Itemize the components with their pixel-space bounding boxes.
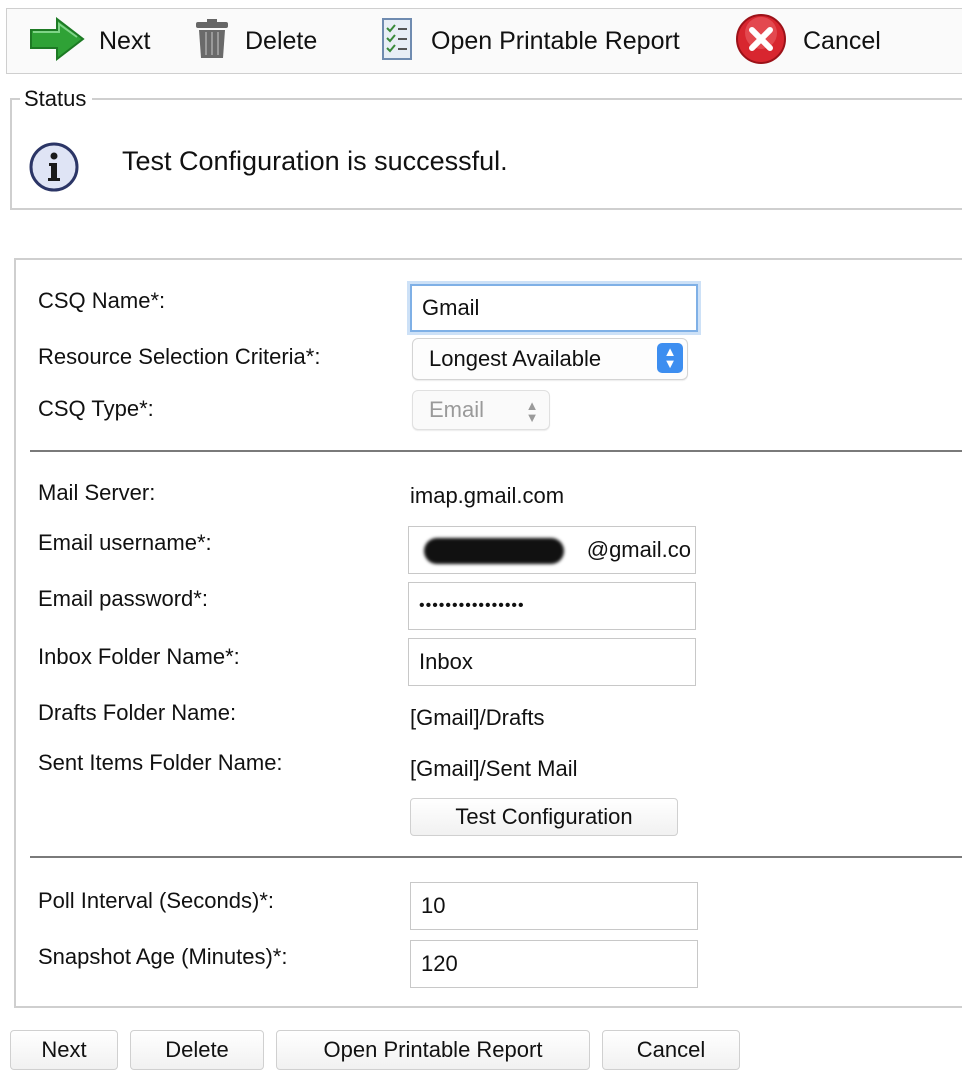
inbox-folder-input[interactable]: Inbox: [408, 638, 696, 686]
inbox-folder-label: Inbox Folder Name*:: [38, 644, 240, 669]
sent-folder-label: Sent Items Folder Name:: [38, 750, 283, 775]
bottom-cancel-button[interactable]: Cancel: [602, 1030, 740, 1070]
bottom-next-button[interactable]: Next: [10, 1030, 118, 1070]
info-icon: [28, 141, 80, 198]
mail-server-value: imap.gmail.com: [410, 483, 565, 508]
poll-interval-label: Poll Interval (Seconds)*:: [38, 888, 274, 913]
status-legend: Status: [20, 86, 93, 112]
csq-name-input[interactable]: Gmail: [410, 284, 698, 332]
csq-type-select: Email ▲ ▼: [412, 390, 550, 430]
report-icon: [377, 16, 417, 67]
toolbar-report-label: Open Printable Report: [431, 26, 680, 55]
email-password-input[interactable]: ••••••••••••••••: [408, 582, 696, 630]
mail-server-label: Mail Server:: [38, 480, 156, 505]
bottom-delete-button[interactable]: Delete: [130, 1030, 264, 1070]
cancel-icon: [733, 13, 789, 70]
trash-icon: [193, 18, 231, 65]
redaction-mark: [424, 538, 564, 564]
toolbar-cancel-button[interactable]: Cancel: [733, 9, 881, 73]
sent-folder-value: [Gmail]/Sent Mail: [410, 756, 578, 781]
toolbar-next-label: Next: [99, 26, 151, 55]
drafts-folder-label: Drafts Folder Name:: [38, 700, 237, 725]
toolbar-cancel-label: Cancel: [803, 26, 881, 55]
email-username-value: @gmail.co: [586, 537, 691, 562]
toolbar-report-button[interactable]: Open Printable Report: [377, 9, 680, 73]
bottom-report-button[interactable]: Open Printable Report: [276, 1030, 590, 1070]
toolbar-next-button[interactable]: Next: [29, 9, 150, 73]
section-divider: [30, 856, 962, 858]
status-message: Test Configuration is successful.: [122, 146, 508, 176]
resource-selection-label: Resource Selection Criteria*:: [38, 344, 321, 369]
poll-interval-input[interactable]: 10: [410, 882, 698, 930]
toolbar-delete-label: Delete: [245, 26, 318, 55]
chevron-updown-icon: ▲ ▼: [657, 343, 683, 373]
toolbar-delete-button[interactable]: Delete: [193, 9, 317, 73]
snapshot-age-label: Snapshot Age (Minutes)*:: [38, 944, 288, 969]
csq-type-label: CSQ Type*:: [38, 396, 154, 421]
resource-selection-value: Longest Available: [429, 346, 602, 371]
resource-selection-select[interactable]: Longest Available ▲ ▼: [412, 338, 688, 380]
email-password-label: Email password*:: [38, 586, 208, 611]
email-username-label: Email username*:: [38, 530, 212, 555]
drafts-folder-value: [Gmail]/Drafts: [410, 705, 545, 730]
toolbar: Next Delete Open Printable Report Cancel: [6, 8, 962, 74]
snapshot-age-input[interactable]: 120: [410, 940, 698, 988]
csq-name-label: CSQ Name*:: [38, 288, 166, 313]
test-configuration-button[interactable]: Test Configuration: [410, 798, 678, 836]
arrow-right-icon: [29, 16, 85, 66]
csq-type-value: Email: [429, 397, 485, 422]
section-divider: [30, 450, 962, 452]
chevron-updown-icon: ▲ ▼: [525, 398, 539, 425]
